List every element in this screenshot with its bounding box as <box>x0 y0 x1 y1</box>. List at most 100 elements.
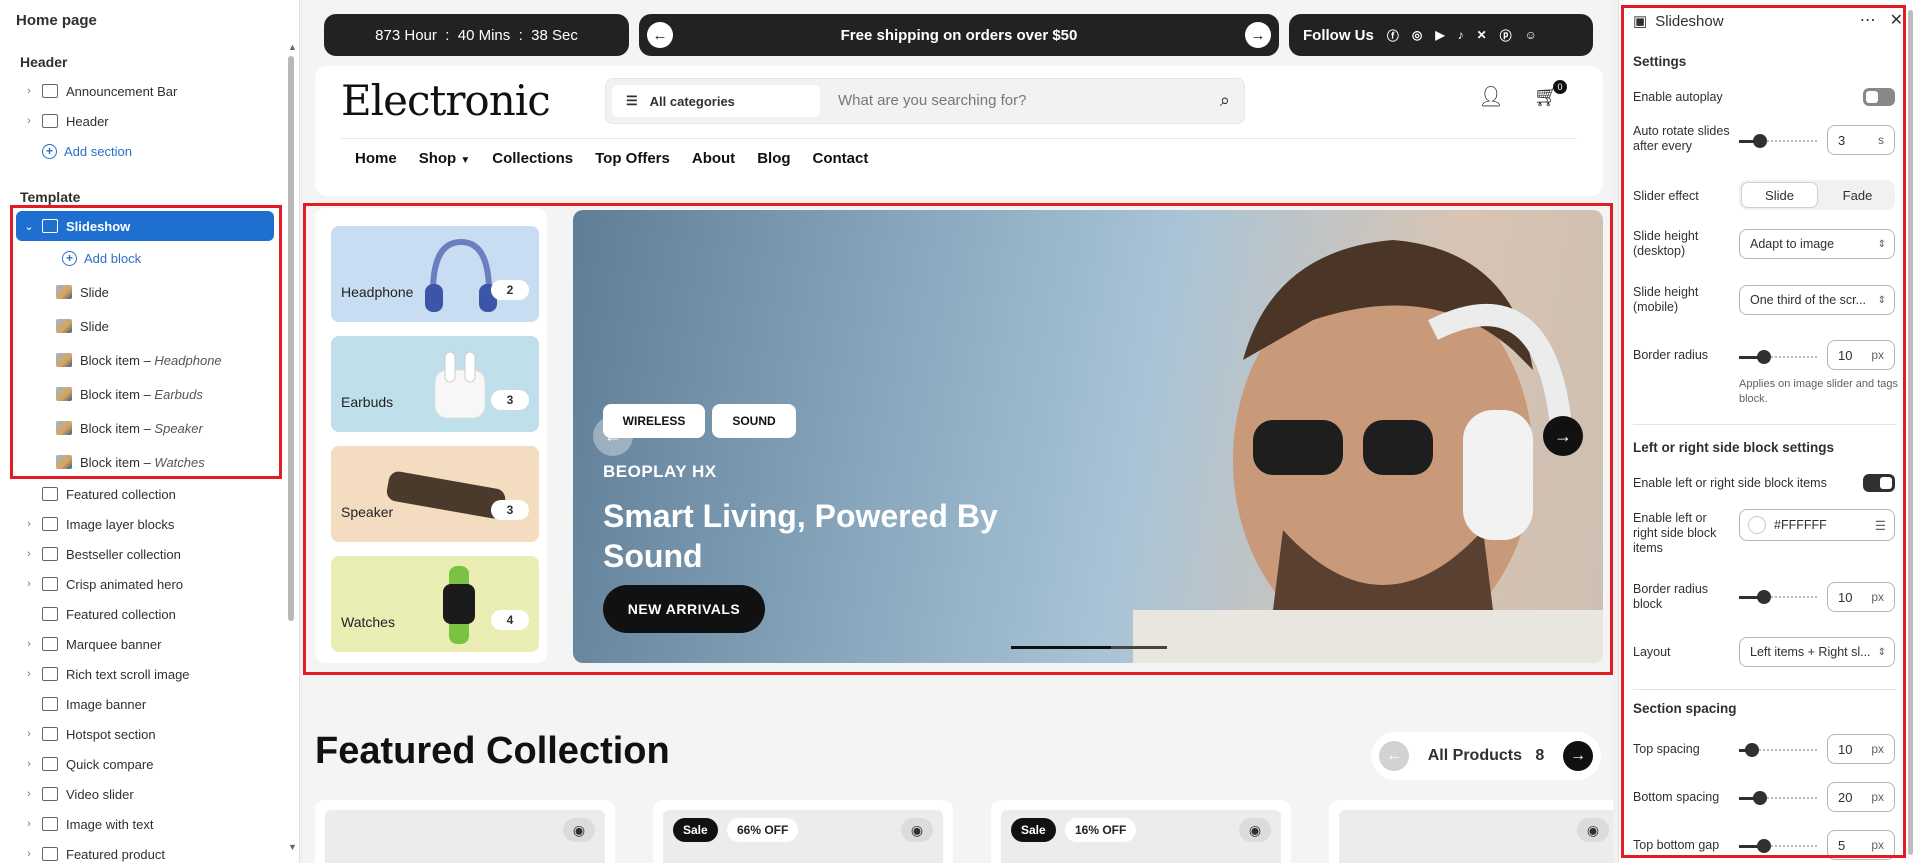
tiktok-icon[interactable]: ♪ <box>1458 28 1464 42</box>
template-section-item[interactable]: Image banner <box>0 689 282 719</box>
block-item-speaker[interactable]: Block item – Speaker <box>0 413 282 443</box>
template-section-item[interactable]: › Image with text <box>0 809 282 839</box>
nav-about[interactable]: About <box>692 150 735 167</box>
auto-rotate-slider[interactable] <box>1739 134 1817 148</box>
hero-tag[interactable]: WIRELESS <box>603 404 705 438</box>
effect-option-slide[interactable]: Slide <box>1741 182 1818 208</box>
more-icon[interactable]: ⋯ <box>1860 10 1876 30</box>
close-icon[interactable]: ✕ <box>1890 10 1903 30</box>
user-icon[interactable]: 👤︎ <box>1478 84 1503 109</box>
chevron-right-icon[interactable]: › <box>22 758 36 770</box>
sidebar-scrollbar[interactable] <box>288 56 294 621</box>
panel-scrollbar[interactable] <box>1908 10 1913 855</box>
category-select[interactable]: ☰ All categories <box>612 85 820 117</box>
top-bottom-gap-slider[interactable] <box>1739 839 1817 853</box>
color-swatch[interactable] <box>1748 516 1766 534</box>
nav-shop[interactable]: Shop ▼ <box>419 150 471 167</box>
slide-height-mobile-select[interactable]: One third of the scr... ⇕ <box>1739 285 1895 315</box>
product-card[interactable]: ◉ <box>1329 800 1613 863</box>
slider-knob[interactable] <box>1757 350 1771 364</box>
category-card-earbuds[interactable]: Earbuds 3 <box>331 336 539 432</box>
chevron-down-icon[interactable]: ⌄ <box>22 220 36 233</box>
template-section-item[interactable]: › Crisp animated hero <box>0 569 282 599</box>
template-section-item[interactable]: › Quick compare <box>0 749 282 779</box>
border-radius-input[interactable]: 10 px <box>1827 340 1895 370</box>
block-item-headphone[interactable]: Block item – Headphone <box>0 345 282 375</box>
pinterest-icon[interactable]: ⓟ <box>1500 27 1512 44</box>
eye-icon[interactable]: ◉ <box>1239 818 1271 842</box>
border-radius-block-slider[interactable] <box>1739 590 1817 604</box>
section-announcement-bar[interactable]: › Announcement Bar <box>0 76 282 106</box>
template-section-item[interactable]: › Image layer blocks <box>0 509 282 539</box>
database-icon[interactable]: ☰ <box>1875 518 1886 533</box>
chevron-right-icon[interactable]: › <box>22 578 36 590</box>
chevron-right-icon[interactable]: › <box>22 818 36 830</box>
nav-blog[interactable]: Blog <box>757 150 790 167</box>
effect-option-fade[interactable]: Fade <box>1820 180 1895 210</box>
layout-select[interactable]: Left items + Right sl... ⇕ <box>1739 637 1895 667</box>
border-radius-block-input[interactable]: 10 px <box>1827 582 1895 612</box>
template-section-item[interactable]: › Rich text scroll image <box>0 659 282 689</box>
template-section-item[interactable]: Featured collection <box>0 599 282 629</box>
template-section-item[interactable]: › Marquee banner <box>0 629 282 659</box>
eye-icon[interactable]: ◉ <box>563 818 595 842</box>
add-block-button[interactable]: + Add block <box>0 243 282 273</box>
new-arrivals-button[interactable]: NEW ARRIVALS <box>603 585 765 633</box>
border-radius-slider[interactable] <box>1739 350 1817 364</box>
chevron-right-icon[interactable]: › <box>22 115 36 127</box>
chevron-right-icon[interactable]: › <box>22 788 36 800</box>
product-card[interactable]: Sale 66% OFF ◉ <box>653 800 953 863</box>
top-spacing-input[interactable]: 10 px <box>1827 734 1895 764</box>
slider-knob[interactable] <box>1753 791 1767 805</box>
slider-knob[interactable] <box>1753 134 1767 148</box>
chevron-right-icon[interactable]: › <box>22 548 36 560</box>
template-section-item[interactable]: › Video slider <box>0 779 282 809</box>
scroll-up-icon[interactable]: ▲ <box>288 42 297 52</box>
template-section-item[interactable]: Featured collection <box>0 479 282 509</box>
youtube-icon[interactable]: ▶ <box>1435 28 1444 42</box>
slide-height-desktop-select[interactable]: Adapt to image ⇕ <box>1739 229 1895 259</box>
arrow-left-icon[interactable]: ← <box>647 22 673 48</box>
x-icon[interactable]: ✕ <box>1477 28 1487 42</box>
facebook-icon[interactable]: ⓕ <box>1387 27 1399 44</box>
chevron-right-icon[interactable]: › <box>22 728 36 740</box>
arrow-right-icon[interactable]: → <box>1244 22 1271 48</box>
section-header[interactable]: › Header <box>0 106 282 136</box>
slider-knob[interactable] <box>1745 743 1759 757</box>
block-item-watches[interactable]: Block item – Watches <box>0 447 282 477</box>
nav-home[interactable]: Home <box>355 150 397 167</box>
search-input[interactable]: What are you searching for? <box>838 92 1026 109</box>
store-logo[interactable]: Electronic <box>341 76 551 125</box>
block-item-earbuds[interactable]: Block item – Earbuds <box>0 379 282 409</box>
hero-next-button[interactable]: → <box>1543 416 1583 456</box>
arrow-right-icon[interactable]: → <box>1562 741 1593 771</box>
hero-tag[interactable]: SOUND <box>712 404 796 438</box>
block-slide[interactable]: Slide <box>0 311 282 341</box>
chevron-right-icon[interactable]: › <box>22 848 36 860</box>
top-bottom-gap-input[interactable]: 5 px <box>1827 830 1895 860</box>
category-card-watches[interactable]: Watches 4 <box>331 556 539 652</box>
chevron-right-icon[interactable]: › <box>22 668 36 680</box>
autoplay-toggle[interactable] <box>1863 88 1895 106</box>
slider-knob[interactable] <box>1757 590 1771 604</box>
product-card[interactable]: ◉ <box>315 800 615 863</box>
arrow-left-icon[interactable]: ← <box>1379 741 1409 771</box>
nav-contact[interactable]: Contact <box>813 150 869 167</box>
section-slideshow-selected[interactable]: ⌄ Slideshow <box>16 211 274 241</box>
block-slide[interactable]: Slide <box>0 277 282 307</box>
eye-icon[interactable]: ◉ <box>901 818 933 842</box>
scroll-down-icon[interactable]: ▼ <box>288 842 297 852</box>
template-section-item[interactable]: › Featured product <box>0 839 282 863</box>
template-section-item[interactable]: › Hotspot section <box>0 719 282 749</box>
snapchat-icon[interactable]: ☺ <box>1525 28 1537 42</box>
category-card-speaker[interactable]: Speaker 3 <box>331 446 539 542</box>
chevron-right-icon[interactable]: › <box>22 85 36 97</box>
chevron-right-icon[interactable]: › <box>22 638 36 650</box>
cart-icon[interactable]: 🛒︎ 0 <box>1534 80 1567 109</box>
eye-icon[interactable]: ◉ <box>1577 818 1609 842</box>
bottom-spacing-slider[interactable] <box>1739 791 1817 805</box>
nav-collections[interactable]: Collections <box>492 150 573 167</box>
product-card[interactable]: Sale 16% OFF ◉ <box>991 800 1291 863</box>
side-color-picker[interactable]: #FFFFFF ☰ <box>1739 509 1895 541</box>
all-products-label[interactable]: All Products 8 <box>1428 747 1544 765</box>
